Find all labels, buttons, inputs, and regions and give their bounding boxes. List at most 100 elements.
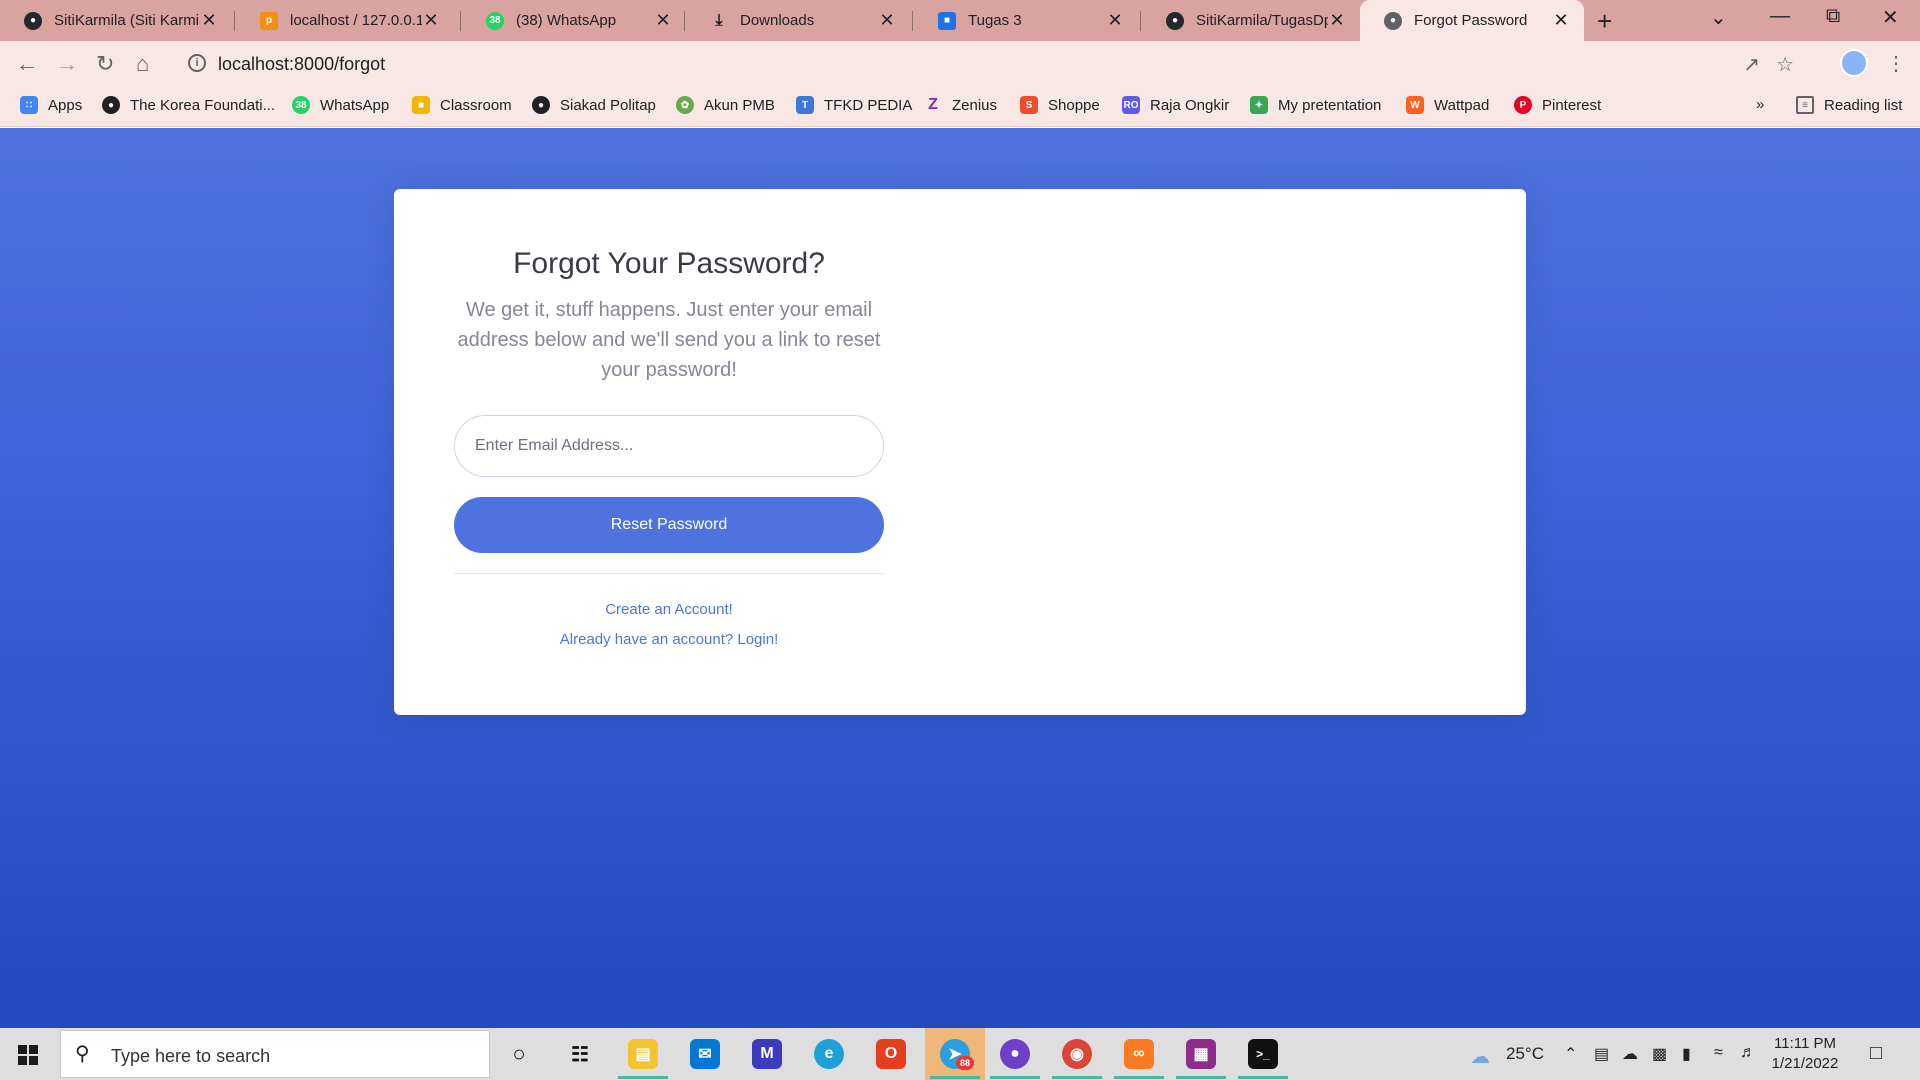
- reading-list-label: Reading list: [1824, 96, 1903, 114]
- winrar-icon[interactable]: ▦: [1186, 1039, 1216, 1069]
- wifi-icon[interactable]: ≈: [1714, 1044, 1723, 1062]
- bookmark-wattpad[interactable]: W Wattpad: [1406, 96, 1489, 114]
- bookmark-star-icon[interactable]: ☆: [1776, 52, 1794, 77]
- battery-icon[interactable]: ▮: [1682, 1044, 1691, 1064]
- show-hidden-icons-chevron[interactable]: ⌃: [1564, 1044, 1577, 1064]
- edge-icon[interactable]: e: [814, 1039, 844, 1069]
- apps-grid-icon: ∷: [20, 96, 38, 114]
- cortana-icon[interactable]: ○: [504, 1039, 534, 1069]
- bookmark-label: Akun PMB: [704, 96, 775, 114]
- bookmarks-bar: ∷ Apps ● The Korea Foundati... 38 WhatsA…: [0, 88, 1920, 127]
- bookmark-shoppe[interactable]: S Shoppe: [1020, 96, 1100, 114]
- reading-list-button[interactable]: ≡ Reading list: [1796, 96, 1902, 114]
- office-icon[interactable]: O: [876, 1039, 906, 1069]
- restore-button[interactable]: ⧉: [1826, 5, 1840, 28]
- mail-icon[interactable]: ✉: [690, 1039, 720, 1069]
- running-indicator: [930, 1076, 980, 1079]
- email-input[interactable]: [454, 415, 884, 477]
- windows-start-icon[interactable]: [18, 1045, 38, 1065]
- globe-icon: ●: [532, 96, 550, 114]
- task-view-icon[interactable]: ☷: [565, 1039, 595, 1069]
- share-icon[interactable]: ↗: [1743, 52, 1760, 77]
- tab-github-profile[interactable]: ● SitiKarmila (Siti Karmila) ✕: [0, 0, 232, 41]
- taskbar-clock[interactable]: 11:11 PM 1/21/2022: [1760, 1034, 1850, 1074]
- tab-github-repo[interactable]: ● SitiKarmila/TugasDpw ✕: [1142, 0, 1360, 41]
- weather-temperature[interactable]: 25°C: [1506, 1044, 1544, 1064]
- bookmark-my-pretentation[interactable]: ✦ My pretentation: [1250, 96, 1381, 114]
- address-bar[interactable]: i localhost:8000/forgot ↗ ☆: [176, 46, 1812, 82]
- profile-avatar[interactable]: [1840, 49, 1868, 77]
- tfkd-icon: T: [796, 96, 814, 114]
- bookmark-akun-pmb[interactable]: ✿ Akun PMB: [676, 96, 775, 114]
- rajaongkir-icon: RO: [1122, 96, 1140, 114]
- onedrive-icon[interactable]: ☁: [1622, 1044, 1638, 1064]
- browser-menu-icon[interactable]: ⋮: [1886, 51, 1906, 76]
- weather-icon[interactable]: ☁: [1470, 1044, 1490, 1069]
- telegram-badge: 88: [956, 1056, 974, 1070]
- bookmark-apps[interactable]: ∷ Apps: [20, 96, 82, 114]
- site-info-icon[interactable]: i: [188, 54, 206, 72]
- address-url[interactable]: localhost:8000/forgot: [218, 54, 385, 75]
- whatsapp-icon: 38: [486, 11, 504, 30]
- bookmark-korea-foundation[interactable]: ● The Korea Foundati...: [102, 96, 275, 114]
- github-desktop-icon[interactable]: ●: [1000, 1039, 1030, 1069]
- bookmark-label: Pinterest: [1542, 96, 1602, 114]
- bookmark-label: WhatsApp: [320, 96, 390, 114]
- tab-phpmyadmin[interactable]: p localhost / 127.0.0.1 / ✕: [236, 0, 454, 41]
- close-tab-icon[interactable]: ✕: [1552, 10, 1570, 31]
- bookmark-label: TFKD PEDIA: [824, 96, 913, 114]
- reset-password-button[interactable]: Reset Password: [454, 497, 884, 553]
- meet-now-icon[interactable]: ▤: [1594, 1044, 1609, 1064]
- display-icon[interactable]: ▩: [1652, 1044, 1667, 1064]
- bookmark-siakad-politap[interactable]: ● Siakad Politap: [532, 96, 656, 114]
- bookmark-pinterest[interactable]: P Pinterest: [1514, 96, 1601, 114]
- bookmark-label: Raja Ongkir: [1150, 96, 1230, 114]
- close-tab-icon[interactable]: ✕: [1106, 10, 1124, 31]
- close-tab-icon[interactable]: ✕: [878, 10, 896, 31]
- tab-search-chevron-icon[interactable]: ⌄: [1710, 5, 1727, 30]
- bookmark-zenius[interactable]: Z Zenius: [924, 96, 997, 114]
- bookmark-classroom[interactable]: ■ Classroom: [412, 96, 512, 114]
- close-window-button[interactable]: ✕: [1882, 5, 1899, 30]
- file-explorer-icon[interactable]: ▤: [628, 1039, 658, 1069]
- bookmark-label: Wattpad: [1434, 96, 1490, 114]
- notification-center-icon[interactable]: □: [1870, 1042, 1882, 1065]
- bookmark-label: Shoppe: [1048, 96, 1100, 114]
- tab-forgot-password[interactable]: ● Forgot Password ✕: [1360, 0, 1584, 41]
- volume-icon[interactable]: ♬: [1740, 1044, 1756, 1062]
- create-account-link[interactable]: Create an Account!: [454, 601, 884, 618]
- tab-title: Forgot Password: [1414, 12, 1528, 29]
- windows-taskbar: ⚲ Type here to search ○ ☷ ▤ ✉ M e O ➤ 88…: [0, 1028, 1920, 1080]
- home-button[interactable]: ⌂: [136, 51, 149, 77]
- bookmarks-overflow-chevron[interactable]: »: [1756, 96, 1764, 113]
- taskbar-search-placeholder: Type here to search: [111, 1046, 271, 1066]
- reload-button[interactable]: ↻: [96, 51, 114, 77]
- close-tab-icon[interactable]: ✕: [1328, 10, 1346, 31]
- close-tab-icon[interactable]: ✕: [200, 10, 218, 31]
- running-indicator: [1238, 1076, 1288, 1079]
- bookmark-whatsapp[interactable]: 38 WhatsApp: [292, 96, 389, 114]
- taskbar-search-box[interactable]: ⚲ Type here to search: [60, 1030, 490, 1078]
- search-icon: ⚲: [75, 1043, 90, 1065]
- terminal-icon[interactable]: >_: [1248, 1039, 1278, 1069]
- chrome-icon[interactable]: ◉: [1062, 1039, 1092, 1069]
- minimize-button[interactable]: —: [1770, 5, 1790, 28]
- bookmark-tfkd-pedia[interactable]: T TFKD PEDIA: [796, 96, 912, 114]
- tab-downloads[interactable]: ⤓ Downloads ✕: [686, 0, 910, 41]
- close-tab-icon[interactable]: ✕: [654, 10, 672, 31]
- tab-whatsapp[interactable]: 38 (38) WhatsApp ✕: [462, 0, 686, 41]
- globe-icon: ●: [1384, 11, 1402, 30]
- new-tab-button[interactable]: +: [1597, 6, 1612, 37]
- tab-title: SitiKarmila (Siti Karmila): [54, 12, 200, 29]
- forward-button[interactable]: →: [56, 51, 78, 77]
- login-link[interactable]: Already have an account? Login!: [454, 631, 884, 648]
- close-tab-icon[interactable]: ✕: [422, 10, 440, 31]
- phpmyadmin-icon: p: [260, 11, 278, 30]
- bookmark-raja-ongkir[interactable]: RO Raja Ongkir: [1122, 96, 1229, 114]
- tab-classroom[interactable]: ■ Tugas 3 ✕: [914, 0, 1138, 41]
- back-button[interactable]: ←: [16, 51, 38, 77]
- clock-time: 11:11 PM: [1774, 1035, 1836, 1052]
- visual-studio-icon[interactable]: M: [752, 1039, 782, 1069]
- reading-list-icon: ≡: [1796, 96, 1814, 114]
- xampp-icon[interactable]: ∞: [1124, 1039, 1154, 1069]
